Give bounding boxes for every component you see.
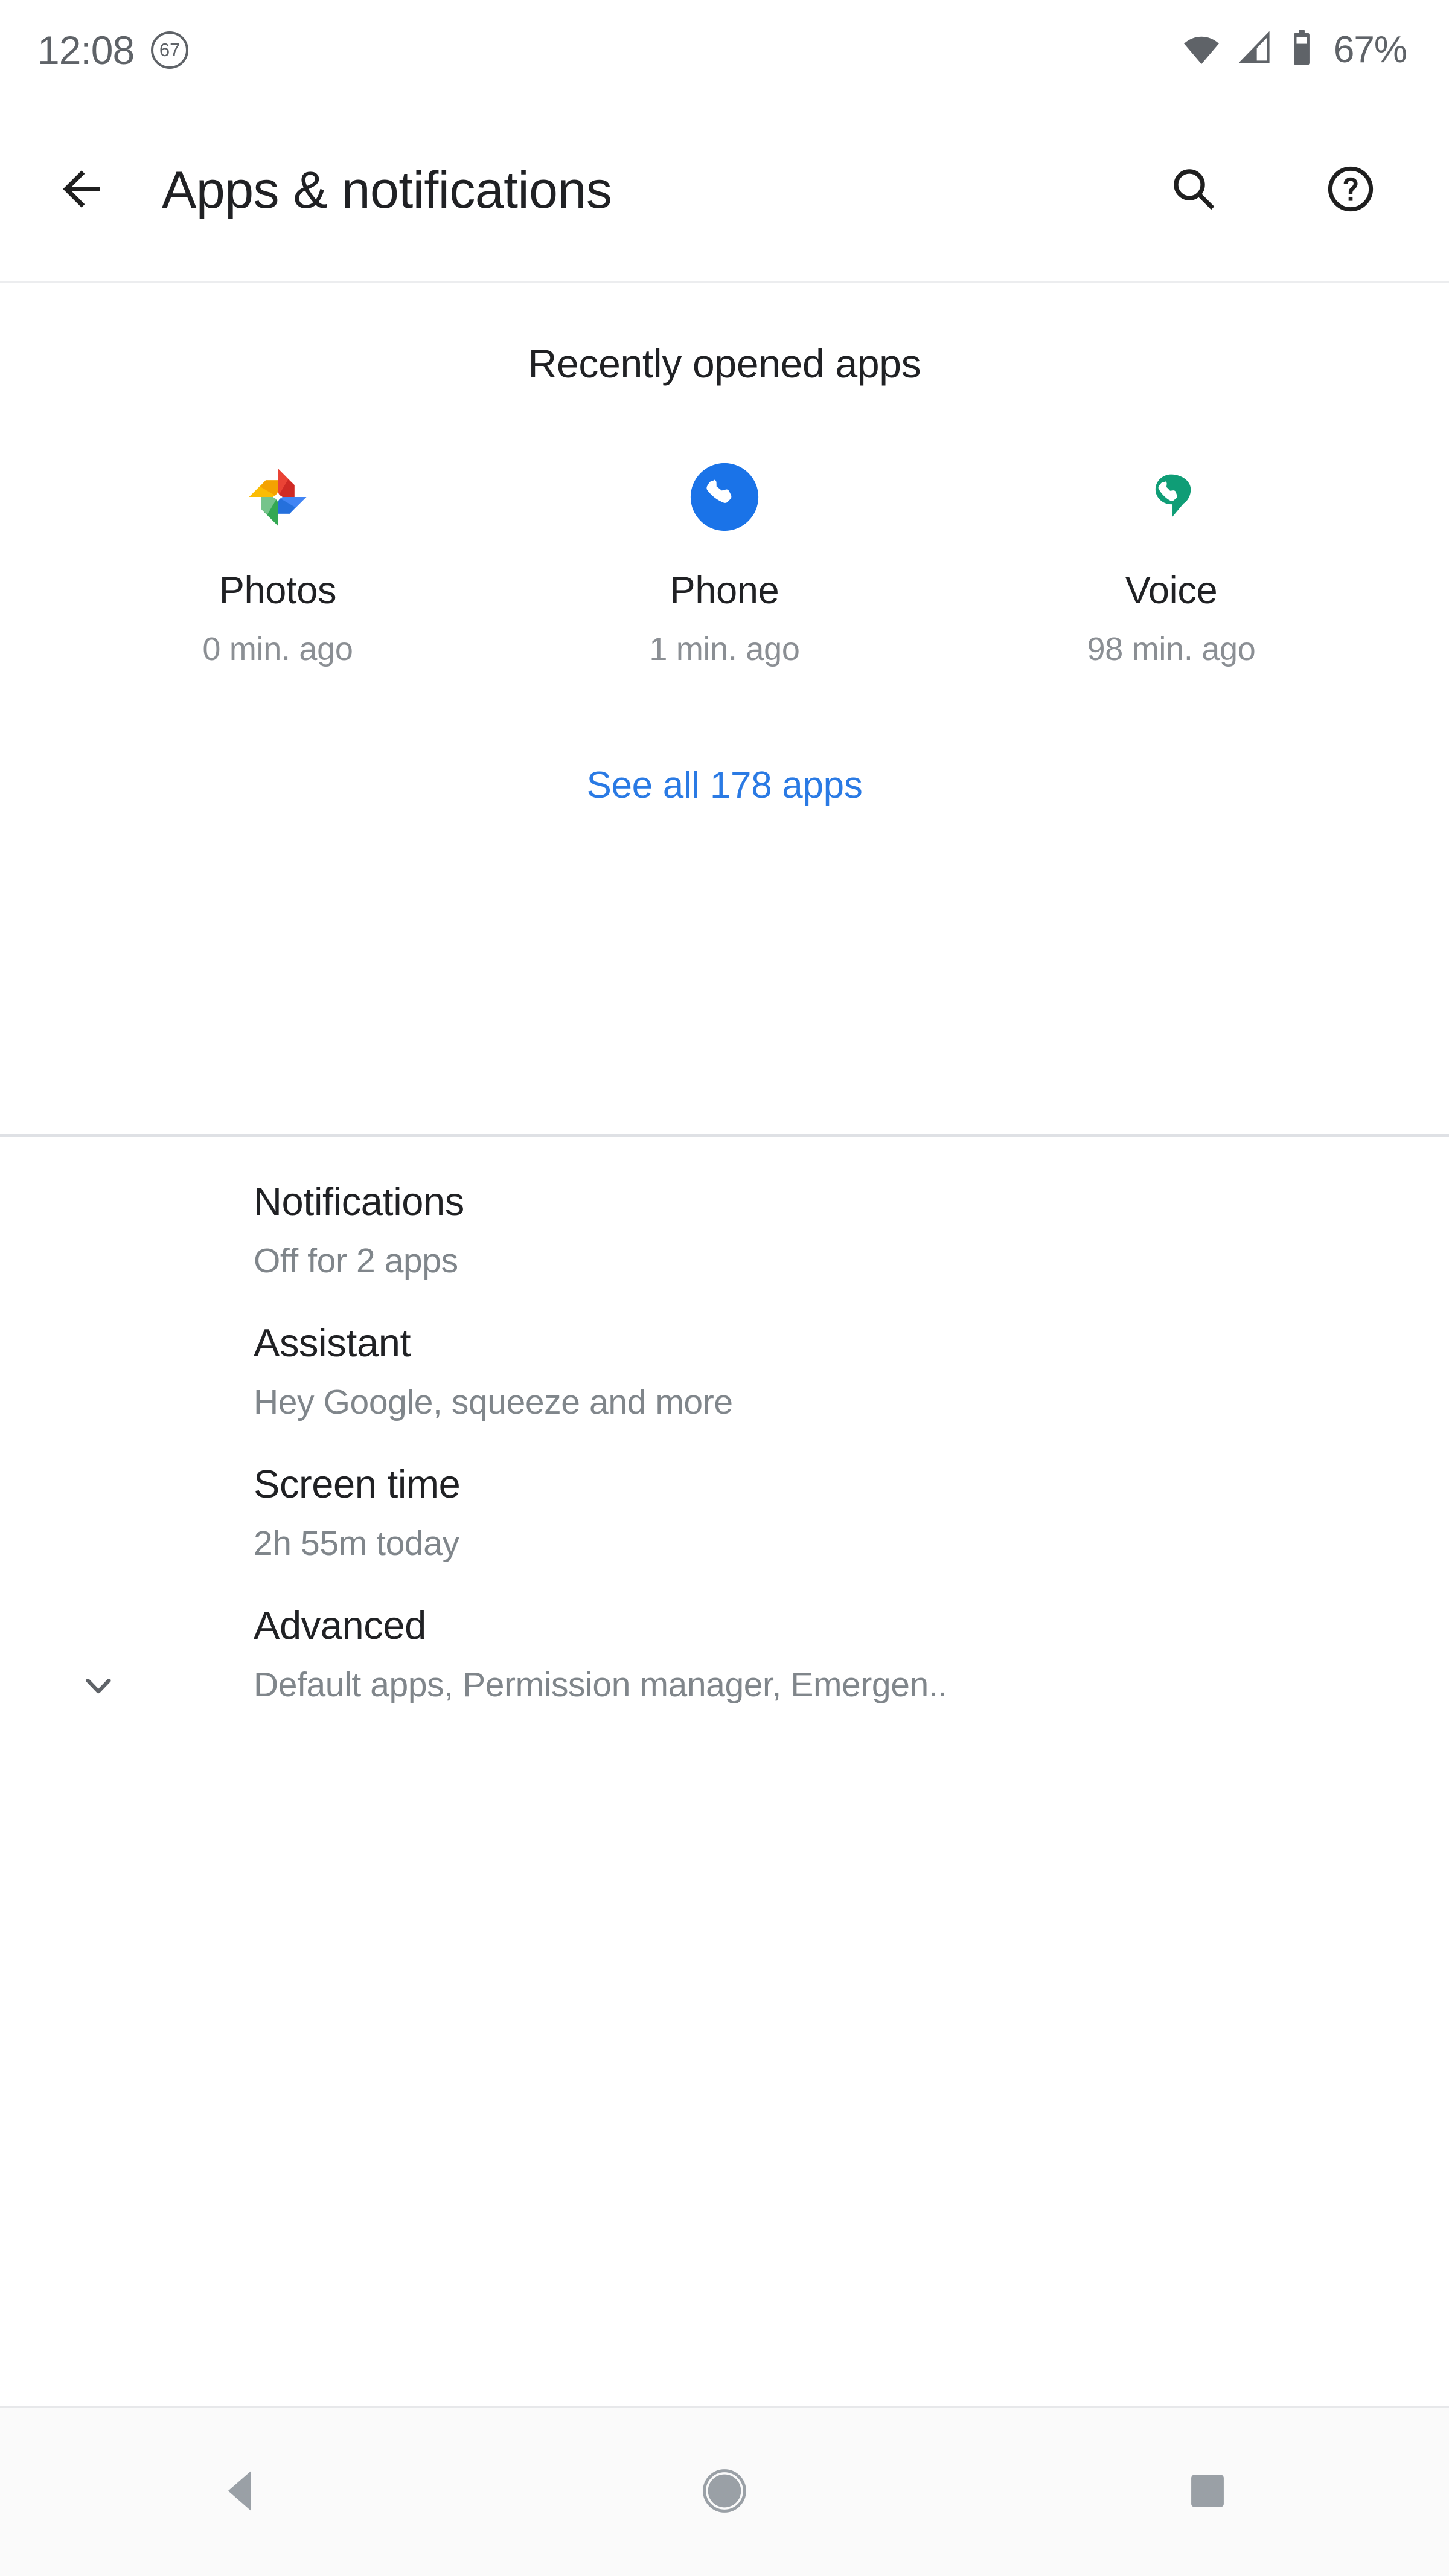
- status-bar: 12:08 67 67%: [0, 0, 1449, 100]
- search-button[interactable]: [1148, 164, 1239, 217]
- status-clock: 12:08: [37, 27, 135, 72]
- nav-home-button[interactable]: [483, 2467, 966, 2518]
- phone-dialer-icon: [685, 457, 764, 537]
- recent-app-voice[interactable]: Voice 98 min. ago: [948, 457, 1395, 665]
- nav-home-circle-icon: [700, 2467, 749, 2518]
- battery-icon: [1289, 28, 1314, 71]
- page-title: Apps & notifications: [162, 161, 612, 219]
- status-bar-right: 67%: [1182, 28, 1407, 71]
- nav-back-button[interactable]: [0, 2467, 483, 2517]
- arrow-back-icon: [54, 161, 109, 220]
- row-text: Notifications Off for 2 apps: [254, 1182, 464, 1278]
- cell-signal-icon: [1236, 29, 1275, 71]
- google-voice-icon: [1131, 457, 1211, 537]
- google-photos-icon: [238, 457, 318, 537]
- settings-row-notifications[interactable]: Notifications Off for 2 apps: [0, 1137, 1449, 1278]
- row-text: Advanced Default apps, Permission manage…: [254, 1606, 947, 1702]
- status-bar-left: 12:08 67: [37, 27, 189, 72]
- row-title: Advanced: [254, 1603, 426, 1647]
- recent-apps-row: Photos 0 min. ago Phone 1 min. ago Voice…: [0, 457, 1449, 665]
- row-title: Notifications: [254, 1179, 464, 1223]
- settings-row-advanced[interactable]: Advanced Default apps, Permission manage…: [0, 1561, 1449, 1702]
- settings-row-assistant[interactable]: Assistant Hey Google, squeeze and more: [0, 1278, 1449, 1420]
- recently-opened-apps-section: Recently opened apps Photos 0 min. ago P…: [0, 283, 1449, 804]
- see-all-apps-container: See all 178 apps: [0, 767, 1449, 804]
- recent-app-time: 0 min. ago: [202, 631, 353, 667]
- search-icon: [1168, 164, 1219, 217]
- app-bar-actions: [1148, 164, 1396, 217]
- recent-app-time: 98 min. ago: [1087, 631, 1256, 667]
- row-text: Assistant Hey Google, squeeze and more: [254, 1323, 733, 1420]
- settings-row-screen-time[interactable]: Screen time 2h 55m today: [0, 1420, 1449, 1561]
- help-circle-icon: [1325, 164, 1376, 217]
- row-title: Screen time: [254, 1462, 461, 1506]
- recent-app-name: Photos: [219, 569, 337, 612]
- row-subtitle: Off for 2 apps: [254, 1242, 458, 1280]
- row-subtitle: Default apps, Permission manager, Emerge…: [254, 1665, 947, 1704]
- notification-count-badge: 67: [151, 31, 189, 69]
- android-settings-screen: 12:08 67 67% Apps & notifications Recent…: [0, 0, 1449, 2576]
- settings-list: Notifications Off for 2 apps Assistant H…: [0, 1137, 1449, 1702]
- recent-app-time: 1 min. ago: [649, 631, 800, 667]
- wifi-icon: [1182, 28, 1221, 71]
- recent-app-name: Voice: [1125, 569, 1218, 612]
- recent-apps-heading: Recently opened apps: [528, 341, 921, 386]
- recent-app-phone[interactable]: Phone 1 min. ago: [501, 457, 948, 665]
- row-subtitle: Hey Google, squeeze and more: [254, 1383, 733, 1421]
- recent-app-photos[interactable]: Photos 0 min. ago: [54, 457, 501, 665]
- nav-recents-button[interactable]: [966, 2470, 1449, 2514]
- row-title: Assistant: [254, 1321, 411, 1365]
- chevron-down-icon[interactable]: [75, 1662, 121, 1708]
- see-all-apps-link[interactable]: See all 178 apps: [586, 767, 862, 804]
- help-button[interactable]: [1305, 164, 1396, 217]
- recent-app-name: Phone: [670, 569, 779, 612]
- navigation-bar: [0, 2406, 1449, 2576]
- app-bar: Apps & notifications: [0, 100, 1449, 281]
- back-button[interactable]: [30, 161, 133, 220]
- row-text: Screen time 2h 55m today: [254, 1462, 461, 1563]
- row-subtitle: 2h 55m today: [254, 1524, 459, 1563]
- nav-back-triangle-icon: [220, 2467, 263, 2517]
- battery-percent-label: 67%: [1333, 28, 1407, 71]
- nav-recents-square-icon: [1187, 2470, 1228, 2514]
